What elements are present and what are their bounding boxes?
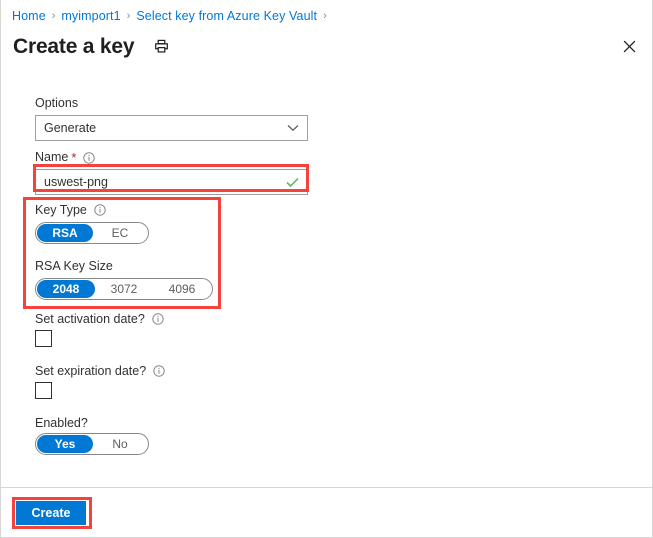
enabled-label: Enabled? — [35, 417, 88, 430]
name-input-value: uswest-png — [44, 175, 108, 189]
page-title: Create a key — [13, 34, 135, 58]
breadcrumb-separator-icon: › — [51, 9, 56, 22]
enabled-label-text: Enabled? — [35, 416, 88, 430]
options-dropdown[interactable]: Generate — [35, 115, 308, 141]
key-type-label: Key Type — [35, 204, 106, 217]
info-icon[interactable] — [152, 313, 164, 325]
create-key-form: Options Generate Name * uswest-png Key T… — [1, 70, 652, 488]
set-activation-date-label: Set activation date? — [35, 313, 164, 326]
enabled-choice-group[interactable]: Yes No — [35, 433, 149, 455]
rsa-key-size-option-4096[interactable]: 4096 — [153, 280, 211, 298]
breadcrumb-separator-icon: › — [323, 9, 327, 22]
options-dropdown-value: Generate — [44, 121, 97, 135]
name-label-text: Name — [35, 150, 69, 165]
breadcrumb: Home › myimport1 › Select key from Azure… — [12, 6, 333, 26]
create-button[interactable]: Create — [16, 501, 86, 525]
key-type-choice-group[interactable]: RSA EC — [35, 222, 149, 244]
set-activation-date-label-text: Set activation date? — [35, 312, 145, 326]
blade-title-row: Create a key — [13, 28, 640, 64]
key-type-option-rsa[interactable]: RSA — [37, 224, 93, 242]
breadcrumb-separator-icon: › — [126, 9, 131, 22]
rsa-key-size-choice-group[interactable]: 2048 3072 4096 — [35, 278, 213, 300]
info-icon[interactable] — [153, 365, 165, 377]
printer-icon[interactable] — [150, 35, 172, 57]
set-activation-date-checkbox[interactable] — [35, 330, 52, 347]
rsa-key-size-label: RSA Key Size — [35, 260, 113, 273]
create-a-key-blade: Home › myimport1 › Select key from Azure… — [0, 0, 653, 538]
breadcrumb-item-select-key[interactable]: Select key from Azure Key Vault — [136, 9, 317, 23]
rsa-key-size-option-2048[interactable]: 2048 — [37, 280, 95, 298]
key-type-option-ec[interactable]: EC — [93, 224, 147, 242]
breadcrumb-item-home[interactable]: Home — [12, 9, 46, 23]
set-expiration-date-label: Set expiration date? — [35, 365, 165, 378]
name-input[interactable]: uswest-png — [35, 169, 308, 195]
options-label: Options — [35, 97, 78, 110]
info-icon[interactable] — [83, 151, 96, 164]
info-icon[interactable] — [94, 204, 106, 216]
options-label-text: Options — [35, 96, 79, 110]
required-marker: * — [71, 150, 77, 165]
chevron-down-icon — [287, 124, 299, 132]
close-icon[interactable] — [616, 33, 642, 59]
blade-footer: Create — [1, 487, 652, 537]
set-expiration-date-checkbox[interactable] — [35, 382, 52, 399]
name-label: Name * — [35, 150, 96, 165]
check-icon — [286, 177, 299, 188]
rsa-key-size-option-3072[interactable]: 3072 — [95, 280, 153, 298]
enabled-option-no[interactable]: No — [93, 435, 147, 453]
key-type-label-text: Key Type — [35, 203, 87, 217]
breadcrumb-item-myimport1[interactable]: myimport1 — [61, 9, 120, 23]
enabled-option-yes[interactable]: Yes — [37, 435, 93, 453]
set-expiration-date-label-text: Set expiration date? — [35, 364, 147, 378]
rsa-key-size-label-text: RSA Key Size — [35, 259, 113, 273]
